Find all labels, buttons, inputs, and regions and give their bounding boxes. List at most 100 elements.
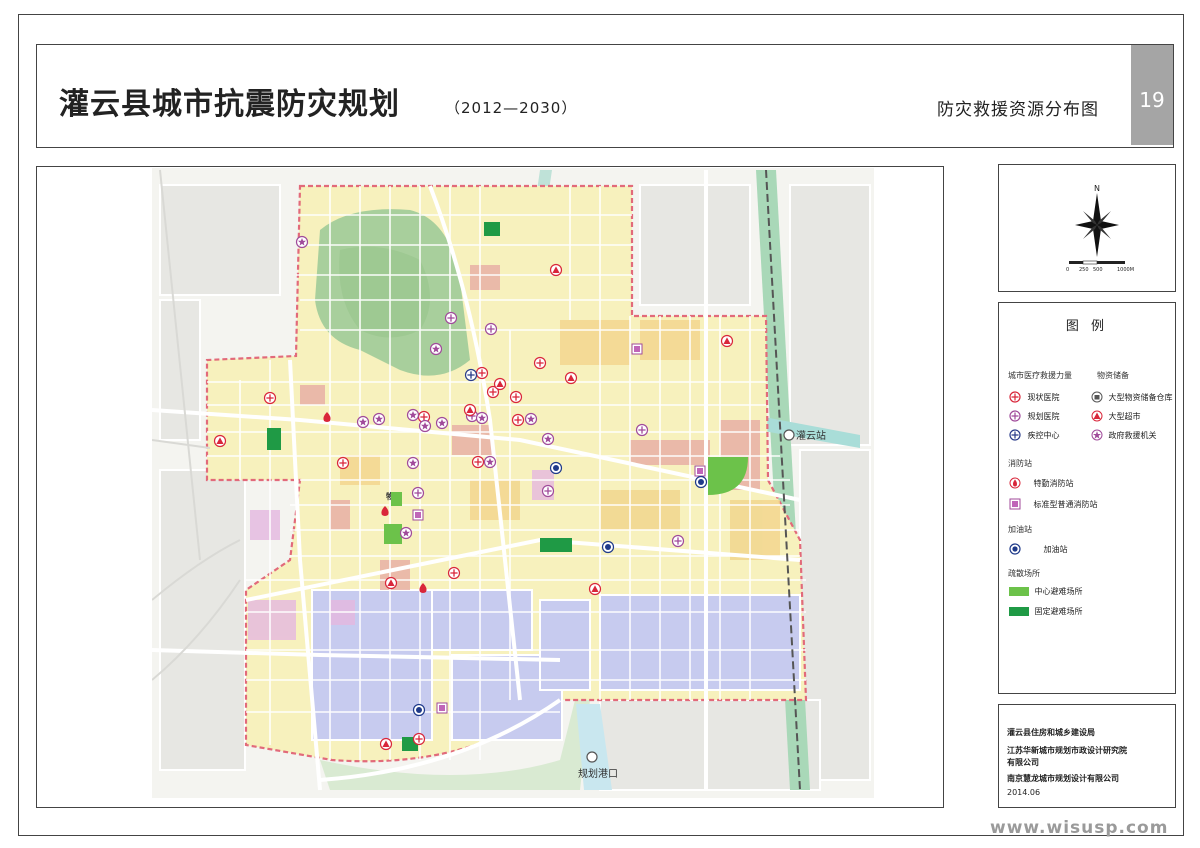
svg-text:0: 0 bbox=[1066, 267, 1069, 273]
gas-station-marker bbox=[549, 461, 563, 475]
svg-text:N: N bbox=[1094, 184, 1100, 193]
gov-agency-marker bbox=[435, 416, 449, 430]
central-shelter-area bbox=[391, 492, 402, 506]
gov-agency-marker bbox=[483, 455, 497, 469]
legend-special-fire: 特勤消防站 bbox=[1009, 477, 1074, 489]
special-fire-icon bbox=[1009, 477, 1021, 489]
supermarket-marker bbox=[493, 377, 507, 391]
credits-panel: 灌云县住房和城乡建设局 江苏华新城市规划市政设计研究院 有限公司 南京慧龙城市规… bbox=[998, 704, 1176, 808]
title-bar: 灌云县城市抗震防灾规划 （2012—2030） 防灾救援资源分布图 19 bbox=[36, 44, 1174, 148]
legend-gas-station: 加油站 bbox=[1009, 543, 1068, 555]
fixed-shelter-area bbox=[540, 538, 572, 552]
credit-line-1: 灌云县住房和城乡建设局 bbox=[1007, 728, 1095, 737]
existing-hospital-marker bbox=[336, 456, 350, 470]
gas-station-marker bbox=[601, 540, 615, 554]
legend-group-fuel: 加油站 bbox=[1008, 525, 1032, 534]
gov-agency-marker bbox=[295, 235, 309, 249]
gas-station-marker bbox=[412, 703, 426, 717]
supermarket-marker bbox=[564, 371, 578, 385]
gov-agency-marker bbox=[429, 342, 443, 356]
gov-agency-marker bbox=[406, 408, 420, 422]
legend-panel: 图 例 城市医疗救援力量 物资储备 现状医院 规划医院 疾控中心 大型物资储备仓… bbox=[998, 302, 1176, 694]
gov-agency-marker bbox=[406, 456, 420, 470]
existing-hospital-marker bbox=[412, 732, 426, 746]
credit-line-2: 江苏华新城市规划市政设计研究院 bbox=[1007, 746, 1127, 755]
standard-fire-marker bbox=[694, 465, 706, 477]
gas-station-marker bbox=[694, 475, 708, 489]
warehouse-icon bbox=[1091, 391, 1103, 403]
gov-agency-icon bbox=[1091, 429, 1103, 441]
plan-years: （2012—2030） bbox=[445, 99, 578, 117]
gov-agency-marker bbox=[524, 412, 538, 426]
map-title: 灌云县城市抗震防灾规划 bbox=[59, 87, 400, 122]
watermark: www.wisusp.com bbox=[990, 818, 1169, 838]
credit-date: 2014.06 bbox=[1007, 788, 1041, 797]
existing-hospital-marker bbox=[263, 391, 277, 405]
north-arrow-icon: N 0 250 500 1000M bbox=[1066, 184, 1134, 273]
page-number: 19 bbox=[1131, 45, 1173, 145]
fixed-shelter-area bbox=[484, 222, 500, 236]
supermarket-marker bbox=[384, 576, 398, 590]
legend-group-shelter: 疏散场所 bbox=[1008, 569, 1040, 578]
disease-center-icon bbox=[1009, 429, 1021, 441]
city-map[interactable]: 灌云站 规划港口 物 bbox=[152, 168, 874, 798]
fixed-shelter-area bbox=[267, 428, 281, 450]
legend-group-supplies: 物资储备 bbox=[1097, 371, 1129, 380]
legend-group-fire: 消防站 bbox=[1008, 459, 1032, 468]
central-shelter-area bbox=[384, 524, 402, 544]
planned-hospital-marker bbox=[635, 423, 649, 437]
existing-hospital-marker bbox=[533, 356, 547, 370]
supermarket-marker bbox=[549, 263, 563, 277]
existing-hospital-marker bbox=[471, 455, 485, 469]
supermarket-marker bbox=[213, 434, 227, 448]
planned-hospital-marker bbox=[671, 534, 685, 548]
legend-planned-hospital: 规划医院 bbox=[1009, 410, 1060, 422]
existing-hospital-marker bbox=[511, 413, 525, 427]
svg-text:500: 500 bbox=[1093, 267, 1103, 273]
standard-fire-marker bbox=[436, 702, 448, 714]
fixed-shelter-swatch bbox=[1009, 607, 1029, 616]
scale-bar: 0 250 500 1000M bbox=[1066, 260, 1134, 273]
supermarket-icon bbox=[1091, 410, 1103, 422]
planned-hospital-marker bbox=[484, 322, 498, 336]
station-icon bbox=[783, 429, 795, 441]
planned-hospital-marker bbox=[411, 486, 425, 500]
standard-fire-icon bbox=[1009, 498, 1021, 510]
svg-text:250: 250 bbox=[1079, 267, 1089, 273]
legend-gov-agency: 政府救援机关 bbox=[1091, 429, 1157, 441]
standard-fire-marker bbox=[412, 509, 424, 521]
legend-fixed-shelter: 固定避难场所 bbox=[1009, 606, 1083, 617]
credit-line-3: 有限公司 bbox=[1007, 758, 1039, 767]
gov-agency-marker bbox=[475, 411, 489, 425]
port-icon bbox=[586, 751, 598, 763]
station-label: 灌云站 bbox=[796, 429, 826, 442]
credit-line-4: 南京慧龙城市规划设计有限公司 bbox=[1007, 774, 1119, 783]
gas-station-icon bbox=[1009, 543, 1021, 555]
legend-supermarket: 大型超市 bbox=[1091, 410, 1141, 422]
central-shelter-swatch bbox=[1009, 587, 1029, 596]
standard-fire-marker bbox=[631, 343, 643, 355]
planned-hospital-marker bbox=[541, 484, 555, 498]
existing-hospital-marker bbox=[447, 566, 461, 580]
legend-warehouse: 大型物资储备仓库 bbox=[1091, 391, 1173, 403]
existing-hospital-marker bbox=[509, 390, 523, 404]
compass-panel: N 0 250 500 1000M bbox=[998, 164, 1176, 292]
gov-agency-marker bbox=[418, 419, 432, 433]
legend-group-medical: 城市医疗救援力量 bbox=[1008, 371, 1072, 380]
supermarket-marker bbox=[588, 582, 602, 596]
legend-title: 图 例 bbox=[1065, 319, 1109, 334]
supermarket-marker bbox=[379, 737, 393, 751]
planned-hospital-icon bbox=[1009, 410, 1021, 422]
gov-agency-marker bbox=[541, 432, 555, 446]
supermarket-marker bbox=[463, 403, 477, 417]
legend-existing-hospital: 现状医院 bbox=[1009, 391, 1060, 403]
gov-agency-marker bbox=[356, 415, 370, 429]
gov-agency-marker bbox=[399, 526, 413, 540]
existing-hospital-marker bbox=[475, 366, 489, 380]
legend-disease-center: 疾控中心 bbox=[1009, 429, 1060, 441]
gov-agency-marker bbox=[372, 412, 386, 426]
map-subtitle: 防灾救援资源分布图 bbox=[937, 100, 1099, 120]
port-label: 规划港口 bbox=[578, 767, 618, 780]
planned-hospital-marker bbox=[444, 311, 458, 325]
svg-text:1000M: 1000M bbox=[1117, 267, 1134, 273]
